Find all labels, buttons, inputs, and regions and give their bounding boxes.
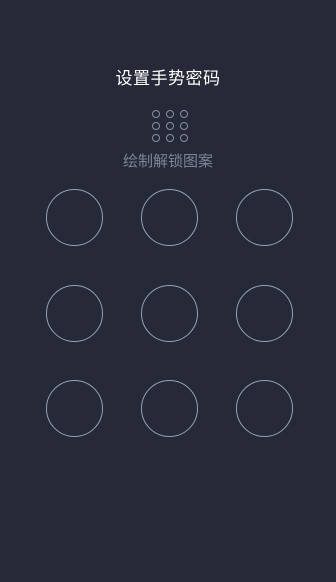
pattern-node-7[interactable] [46, 380, 103, 437]
pattern-node-2[interactable] [141, 189, 198, 246]
pattern-node-1[interactable] [46, 189, 103, 246]
pattern-lock-grid[interactable] [0, 0, 336, 582]
gesture-password-screen: 设置手势密码 绘制解锁图案 [0, 0, 336, 582]
pattern-node-5[interactable] [141, 285, 198, 342]
pattern-node-4[interactable] [46, 285, 103, 342]
pattern-node-6[interactable] [236, 285, 293, 342]
pattern-node-3[interactable] [236, 189, 293, 246]
pattern-node-9[interactable] [236, 380, 293, 437]
pattern-node-8[interactable] [141, 380, 198, 437]
